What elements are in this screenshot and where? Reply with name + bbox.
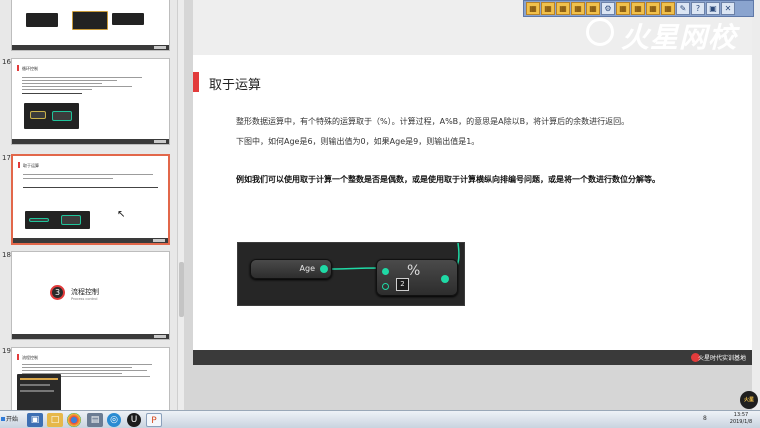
brand-logo: 火星网校 [621, 21, 738, 54]
thumb-text-line [22, 80, 117, 81]
grid-icon[interactable]: ▦ [631, 2, 645, 15]
thumb-image [72, 11, 108, 30]
thumb-text-line [22, 89, 92, 90]
thumb-text-line [22, 83, 102, 84]
scrollbar-thumb[interactable] [179, 262, 184, 317]
thumb-text-line [22, 93, 82, 94]
grid-icon[interactable]: ▦ [556, 2, 570, 15]
section-number-circle: 3 [50, 285, 65, 300]
thumb-footer [13, 238, 168, 243]
paragraph-3: 例如我们可以使用取于计算一个整数是否是偶数，或是使用取于计算横纵向排编号问题，或… [236, 175, 660, 184]
blueprint-screenshot: Age 2 % [237, 242, 465, 306]
thumb-title: 取于运算 [23, 163, 39, 168]
thumb-title: 流程控制 [71, 288, 99, 296]
thumb-footer [12, 334, 169, 339]
output-pin-icon [441, 275, 449, 283]
input-pin-icon [382, 268, 389, 275]
thumb-image [25, 211, 90, 229]
divisor-value: 2 [396, 278, 409, 291]
clock-date: 2019/1/8 [729, 419, 753, 425]
slide-thumbnail-18[interactable]: 3 流程控制 Process control [11, 251, 170, 340]
thumb-footer [12, 139, 169, 144]
slide-number-18: 18 [2, 251, 11, 259]
chrome-icon[interactable] [67, 413, 81, 427]
display-icon[interactable]: ▣ [706, 2, 720, 15]
thumb-image [17, 374, 61, 410]
thumb-image [26, 13, 58, 27]
grid-icon[interactable]: ▦ [661, 2, 675, 15]
slide-number-19: 19 [2, 347, 11, 355]
grid-icon[interactable]: ▦ [646, 2, 660, 15]
thumb-text-line [22, 367, 132, 368]
settings-icon[interactable]: ⚙ [601, 2, 615, 15]
help-icon[interactable]: ? [691, 2, 705, 15]
brand-badge[interactable]: 火星JOY [740, 391, 758, 421]
desktop-icon[interactable]: ▣ [27, 413, 43, 427]
slide-scrollbar[interactable] [752, 0, 760, 410]
close-icon[interactable]: ✕ [721, 2, 735, 15]
modulo-operator: % [407, 263, 421, 279]
thumb-text-line [22, 77, 142, 78]
slide-number-16: 16 [2, 58, 11, 66]
thumb-image [24, 103, 79, 129]
grid-icon[interactable]: ▦ [616, 2, 630, 15]
browser-icon[interactable]: ◎ [107, 413, 121, 427]
thumb-title: 流程控制 [22, 355, 38, 360]
slide-number-17: 17 [2, 154, 11, 162]
age-variable-node: Age [250, 259, 332, 279]
slide-thumbnail-17[interactable]: 取于运算 [11, 154, 170, 245]
pen-icon[interactable]: ✎ [676, 2, 690, 15]
grid-icon[interactable]: ▦ [571, 2, 585, 15]
paragraph-2: 下图中，如何Age是6，则输出值为0，如果Age是9，则输出值是1。 [236, 137, 480, 146]
thumbnail-scrollbar[interactable] [177, 0, 184, 410]
thumb-image [112, 13, 144, 25]
grid-icon[interactable]: ▦ [541, 2, 555, 15]
thumb-text-line [22, 364, 152, 365]
section-number: 3 [54, 288, 61, 297]
taskbar: 开始 ▣ □ ▤ ◎ U P 8 13:57 2019/1/8 [0, 410, 760, 428]
system-clock[interactable]: 13:57 2019/1/8 [725, 412, 757, 426]
clock-time: 13:57 [733, 412, 749, 418]
brand-logo-icon [586, 18, 614, 46]
thumb-title-bar [17, 65, 19, 71]
thumb-text-line [22, 86, 132, 87]
grid-icon[interactable]: ▦ [526, 2, 540, 15]
slide-thumbnail-16[interactable]: 循环控制 [11, 58, 170, 145]
title-accent-bar [193, 72, 199, 92]
powerpoint-icon[interactable]: P [146, 413, 162, 427]
thumb-title-bar [17, 354, 19, 360]
tray-indicator[interactable]: 8 [703, 415, 707, 422]
thumb-footer [12, 45, 169, 50]
thumb-text-line [22, 370, 147, 371]
input-pin-icon [382, 283, 389, 290]
window-icon[interactable]: ▤ [87, 413, 103, 427]
unreal-engine-icon[interactable]: U [127, 413, 141, 427]
thumb-subtitle: Process control [71, 297, 98, 301]
output-pin-icon [320, 265, 328, 273]
thumb-title: 循环控制 [22, 66, 38, 71]
thumb-text-line [23, 187, 158, 188]
slide-footer: 火星时代实训基地 [193, 350, 760, 365]
mouse-cursor-icon: ↖ [117, 209, 126, 220]
start-button[interactable]: 开始 [0, 412, 22, 427]
thumb-title-bar [18, 162, 20, 168]
footer-brand: 火星时代实训基地 [697, 355, 746, 362]
thumb-text-line [23, 178, 113, 179]
age-variable-label: Age [299, 264, 315, 273]
slide-title: 取于运算 [209, 78, 262, 93]
paragraph-1: 整形数据运算中，有个特殊的运算取于（%）。计算过程，A%B，的意思是A除以B，将… [236, 117, 630, 126]
slide-thumbnail-15[interactable] [11, 0, 170, 51]
slide-thumbnail-19[interactable]: 流程控制 [11, 347, 170, 410]
folder-icon[interactable]: □ [47, 413, 63, 427]
slide-canvas[interactable]: 火星网校 取于运算 整形数据运算中，有个特殊的运算取于（%）。计算过程，A%B，… [193, 0, 760, 365]
slide-thumbnail-panel[interactable]: 16 循环控制 17 取于运算 ↖ 18 3 流程控制 Process cont… [0, 0, 184, 410]
floating-toolbar: ▦ ▦ ▦ ▦ ▦ ⚙ ▦ ▦ ▦ ▦ ✎ ? ▣ ✕ [523, 0, 754, 17]
modulo-node: 2 % [376, 259, 458, 296]
thumb-text-line [23, 174, 153, 175]
grid-icon[interactable]: ▦ [586, 2, 600, 15]
